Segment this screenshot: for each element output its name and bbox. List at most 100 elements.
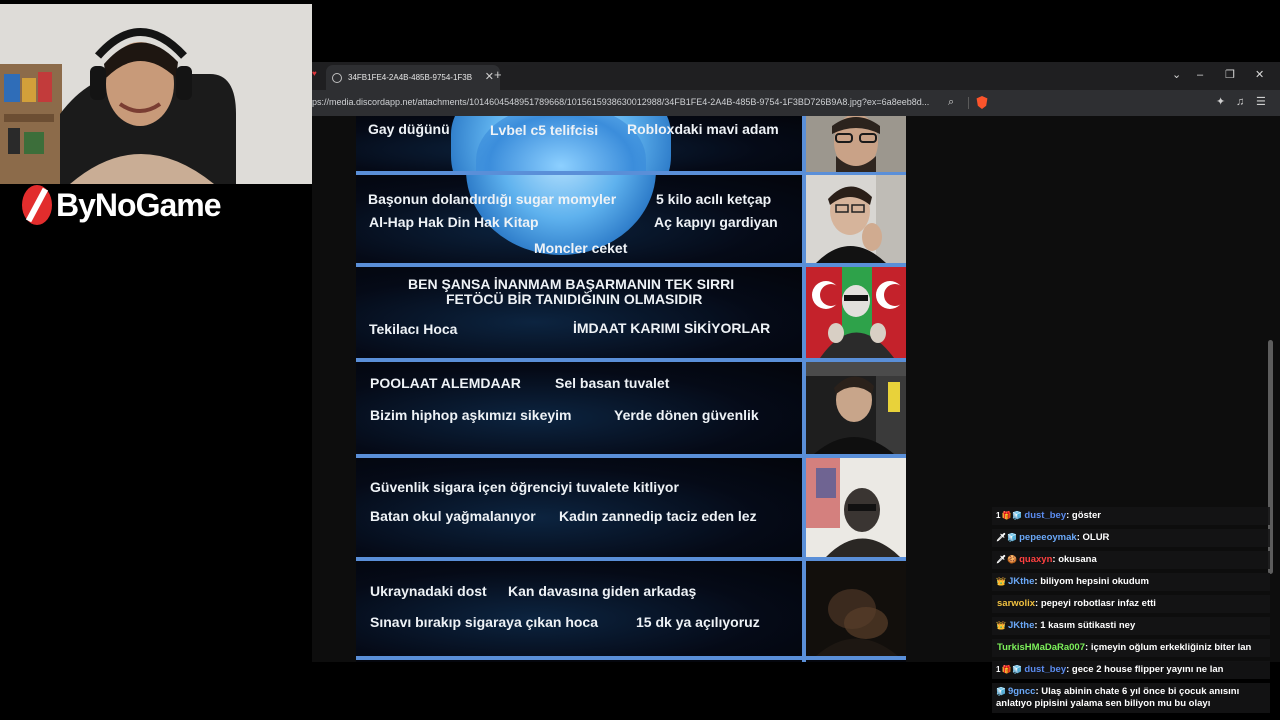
tab-title: 34FB1FE4-2A4B-485B-9754-1F3B xyxy=(348,73,473,82)
address-bar: ps://media.discordapp.net/attachments/10… xyxy=(312,90,1280,116)
chat-message: TurkisHMaDaRa007: içmeyin oğlum erkekliğ… xyxy=(992,639,1270,657)
image-label: Ukraynadaki dost xyxy=(370,583,487,599)
webcam-overlay xyxy=(0,4,312,184)
url-text[interactable]: ps://media.discordapp.net/attachments/10… xyxy=(312,97,940,107)
tab-search-dropdown-icon[interactable]: ⌄ xyxy=(1172,68,1181,82)
iceberg-image: Gay düğünü Lvbel c5 telifcisi Robloxdaki… xyxy=(356,116,906,662)
chat-badge-icon: 🗡 xyxy=(996,555,1007,564)
image-label: Al-Hap Hak Din Hak Kitap xyxy=(369,214,539,230)
image-label: 5 kilo acılı ketçap xyxy=(656,191,772,207)
chat-message: 🧊 9gncc: Ulaş abinin chate 6 yıl önce bi … xyxy=(992,683,1270,713)
image-label: Kadın zannedip taciz eden lez xyxy=(559,508,757,524)
chat-text: gece 2 house flipper yayını ne lan xyxy=(1071,664,1224,675)
image-label: Yerde dönen güvenlik xyxy=(614,407,759,423)
chat-username[interactable]: JKthe xyxy=(1008,620,1034,631)
chat-message: 🗡🧊 pepeeoymak: OLUR xyxy=(992,529,1270,547)
photo-man-chair xyxy=(806,362,906,454)
zoom-icon[interactable]: ⌕ xyxy=(948,96,954,109)
logo-text: ByNoGame xyxy=(56,186,221,223)
chat-badges: 🗡🧊 xyxy=(996,532,1018,544)
menu-icon[interactable]: ☰ xyxy=(1256,96,1266,109)
chat-badges: 1🎁🧊 xyxy=(996,664,1023,676)
chat-text: pepeyi robotlasr infaz etti xyxy=(1040,598,1156,609)
tab-bar: ♥ 34FB1FE4-2A4B-485B-9754-1F3B ✕ + ⌄ – ❐… xyxy=(312,62,1280,90)
chat-text: okusana xyxy=(1058,554,1097,565)
image-label: Aç kapıyı gardiyan xyxy=(654,214,778,230)
image-row-5: Güvenlik sigara içen öğrenciyi tuvalete … xyxy=(356,458,802,558)
bynogame-logo: ByNoGame xyxy=(22,182,221,228)
media-icon[interactable]: ♫ xyxy=(1236,96,1244,109)
bynogame-logo-icon xyxy=(22,185,52,225)
chat-message: 1🎁🧊 dust_bey: göster xyxy=(992,507,1270,525)
image-label: POOLAAT ALEMDAAR xyxy=(370,375,521,391)
webcam-feed xyxy=(0,4,312,184)
chat-username[interactable]: sarwolix xyxy=(997,598,1035,609)
chat-username[interactable]: dust_bey xyxy=(1024,510,1066,521)
chat-badges: 1🎁🧊 xyxy=(996,510,1023,522)
chat-username[interactable]: JKthe xyxy=(1008,576,1034,587)
image-label: Robloxdaki mavi adam xyxy=(627,121,779,137)
chat-text: içmeyin oğlum erkekliğiniz biter lan xyxy=(1090,642,1252,653)
photo-flag-man xyxy=(806,267,906,358)
image-row-4: POOLAAT ALEMDAAR Sel basan tuvalet Bizim… xyxy=(356,362,802,455)
chat-badge-icon: 🎁 xyxy=(1001,511,1012,520)
image-label: Moncler ceket xyxy=(534,240,628,256)
chat-text: 1 kasım sütikasti ney xyxy=(1040,620,1136,631)
image-label: İMDAAT KARIMI SİKİYORLAR xyxy=(573,320,771,336)
globe-icon xyxy=(332,72,342,83)
image-row-1: Gay düğünü Lvbel c5 telifcisi Robloxdaki… xyxy=(356,116,802,172)
chat-badge-icon: 🍪 xyxy=(1007,555,1018,564)
image-label: Güvenlik sigara içen öğrenciyi tuvalete … xyxy=(370,479,679,495)
brave-shields-icon[interactable] xyxy=(976,96,988,109)
row-divider xyxy=(356,656,906,660)
image-label: Kan davasına giden arkadaş xyxy=(508,583,697,599)
image-label: Başonun dolandırdığı sugar momyler xyxy=(368,191,617,207)
chat-badges: 👑 xyxy=(996,576,1007,588)
chat-badge-icon: 🧊 xyxy=(1012,665,1023,674)
chat-message: 1🎁🧊 dust_bey: gece 2 house flipper yayını… xyxy=(992,661,1270,679)
image-label: Sel basan tuvalet xyxy=(555,375,670,391)
image-label: BEN ŞANSA İNANMAM BAŞARMANIN TEK SIRRI xyxy=(408,276,735,292)
photo-man-glasses xyxy=(806,116,906,172)
chat-badges: 🧊 xyxy=(996,686,1007,698)
chat-badge-icon: 👑 xyxy=(996,621,1006,630)
extensions-icon[interactable]: ✦ xyxy=(1216,96,1225,109)
chat-badge-icon: 🧊 xyxy=(996,687,1006,696)
chat-message: 👑 JKthe: biliyom hepsini okudum xyxy=(992,573,1270,591)
chat-overlay: 1🎁🧊 dust_bey: göster 🗡🧊 pepeeoymak: OLUR 🗡🍪 q… xyxy=(992,504,1270,714)
chat-badges: 👑 xyxy=(996,620,1007,632)
stream-frame: ♥ 34FB1FE4-2A4B-485B-9754-1F3B ✕ + ⌄ – ❐… xyxy=(0,0,1280,720)
chat-text: göster xyxy=(1071,510,1101,521)
photo-dark-figure xyxy=(806,561,906,656)
chat-text: OLUR xyxy=(1082,532,1110,543)
image-label: Sınavı bırakıp sigaraya çıkan hoca xyxy=(370,614,598,630)
image-label: Batan okul yağmalanıyor xyxy=(370,508,536,524)
image-row-3: BEN ŞANSA İNANMAM BAŞARMANIN TEK SIRRI F… xyxy=(356,267,802,359)
active-tab[interactable]: 34FB1FE4-2A4B-485B-9754-1F3B ✕ xyxy=(326,65,500,90)
chat-message: 🗡🍪 quaxyn: okusana xyxy=(992,551,1270,569)
chat-username[interactable]: dust_bey xyxy=(1024,664,1066,675)
image-label: FETÖCÜ BİR TANIDIĞININ OLMASIDIR xyxy=(446,291,703,307)
chat-badge-icon: 👑 xyxy=(996,577,1006,586)
chat-username[interactable]: TurkisHMaDaRa007 xyxy=(997,642,1085,653)
photo-masked-man xyxy=(806,458,906,557)
chat-badge-icon: 🗡 xyxy=(996,533,1007,542)
close-window-button[interactable]: ✕ xyxy=(1255,68,1264,82)
pinned-tab-icon[interactable]: ♥ xyxy=(312,70,318,78)
chat-badge-icon: 🧊 xyxy=(1012,511,1023,520)
image-label: 15 dk ya açılıyoruz xyxy=(636,614,760,630)
new-tab-button[interactable]: + xyxy=(494,67,502,82)
chat-message: 👑 JKthe: 1 kasım sütikasti ney xyxy=(992,617,1270,635)
tab-close-icon[interactable]: ✕ xyxy=(485,72,494,83)
chat-badge-icon: 1 xyxy=(996,665,1001,674)
chat-username[interactable]: pepeeoymak xyxy=(1019,532,1077,543)
restore-button[interactable]: ❐ xyxy=(1225,68,1235,82)
image-label: Tekilacı Hoca xyxy=(369,321,458,337)
chat-text: biliyom hepsini okudum xyxy=(1040,576,1149,587)
chat-badge-icon: 1 xyxy=(996,511,1001,520)
chat-username[interactable]: 9gncc xyxy=(1008,686,1035,697)
image-row-2: Başonun dolandırdığı sugar momyler 5 kil… xyxy=(356,175,802,264)
chat-username[interactable]: quaxyn xyxy=(1019,554,1052,565)
chat-badge-icon: 🎁 xyxy=(1001,665,1012,674)
minimize-button[interactable]: – xyxy=(1197,68,1203,82)
